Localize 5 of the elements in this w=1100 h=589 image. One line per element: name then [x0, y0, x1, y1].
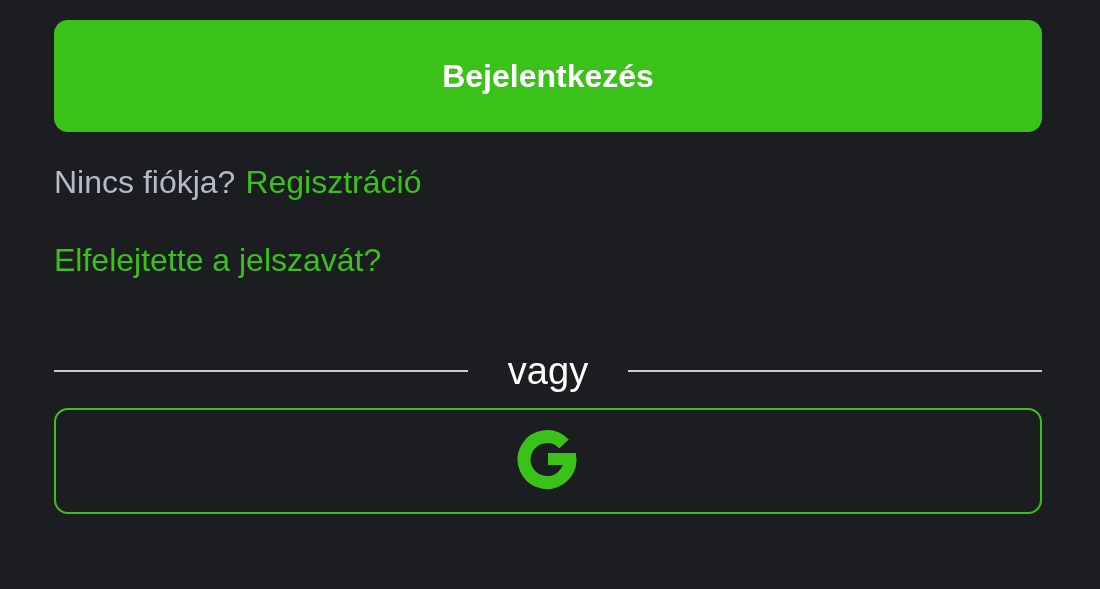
register-link[interactable]: Regisztráció [245, 162, 422, 202]
register-prompt: Nincs fiókja? [54, 163, 236, 202]
google-sign-in-button[interactable] [54, 408, 1042, 514]
forgot-password-link[interactable]: Elfelejtette a jelszavát? [54, 240, 382, 280]
divider-text: vagy [507, 349, 589, 393]
